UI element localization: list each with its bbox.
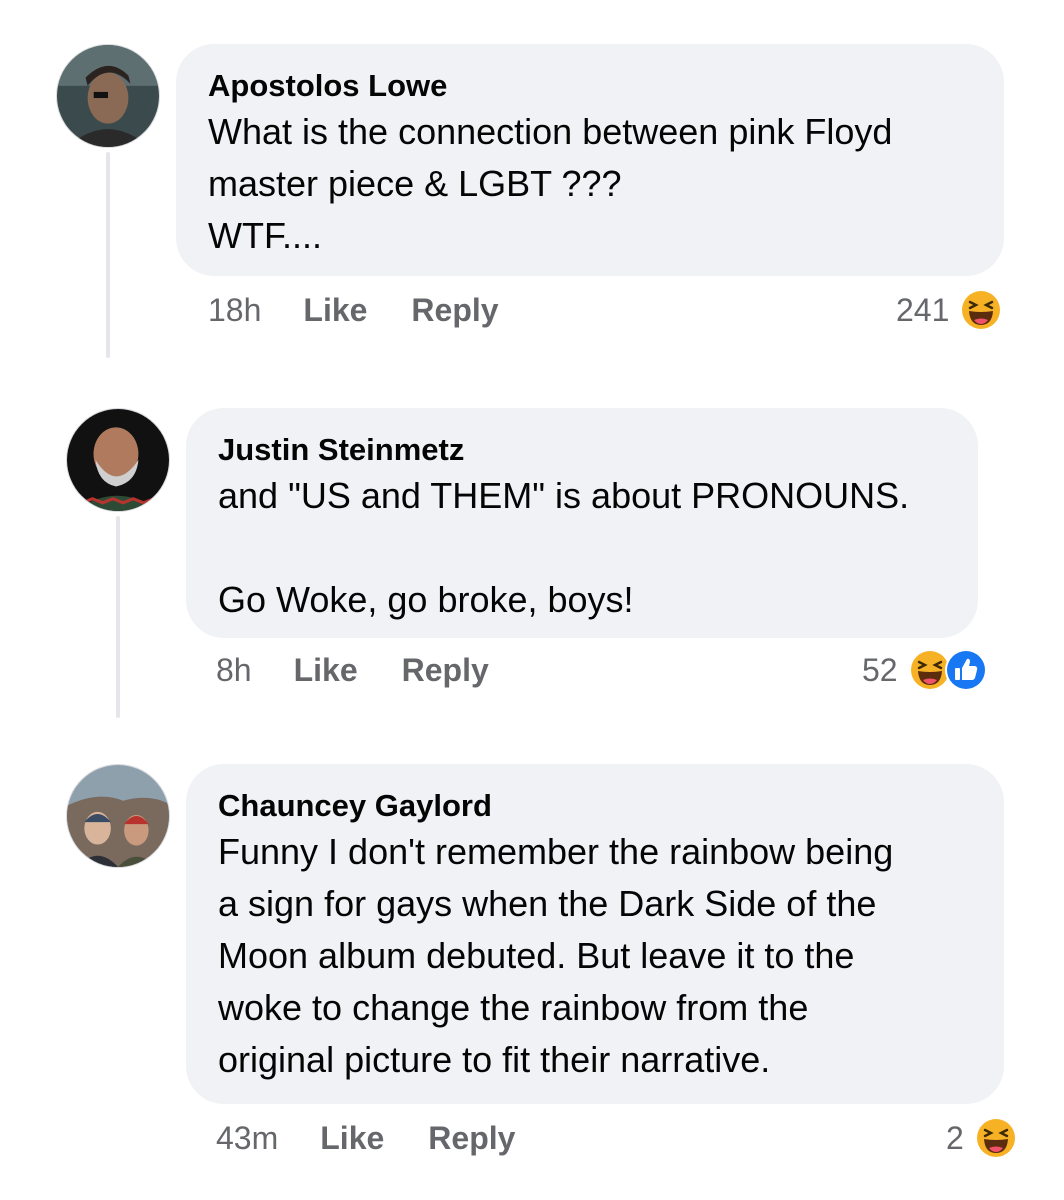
comment-timestamp[interactable]: 43m	[216, 1118, 278, 1158]
comment-actions: 18h Like Reply	[208, 290, 543, 330]
comment-author[interactable]: Apostolos Lowe	[208, 66, 974, 106]
avatar-photo	[67, 765, 169, 867]
thread-line	[116, 516, 120, 718]
comment-actions: 8h Like Reply	[216, 650, 533, 690]
haha-icon	[974, 1117, 1017, 1159]
reaction-summary[interactable]: 241	[896, 288, 1003, 332]
reaction-summary[interactable]: 2	[946, 1116, 1018, 1160]
comment-timestamp[interactable]: 18h	[208, 290, 261, 330]
avatar-photo	[67, 409, 169, 511]
comment-author[interactable]: Chauncey Gaylord	[218, 786, 974, 826]
comment-bubble: Justin Steinmetz and "US and THEM" is ab…	[186, 408, 978, 638]
avatar[interactable]	[66, 764, 170, 868]
comment-bubble: Apostolos Lowe What is the connection be…	[176, 44, 1004, 276]
comment-text: What is the connection between pink Floy…	[208, 111, 893, 256]
comment-actions: 43m Like Reply	[216, 1118, 559, 1158]
reply-button[interactable]: Reply	[428, 1118, 515, 1158]
avatar[interactable]	[66, 408, 170, 512]
reaction-count: 52	[862, 652, 898, 688]
reply-button[interactable]: Reply	[402, 650, 489, 690]
reaction-summary[interactable]: 52	[862, 648, 988, 692]
comment-author[interactable]: Justin Steinmetz	[218, 430, 948, 470]
comment-timestamp[interactable]: 8h	[216, 650, 252, 690]
avatar-photo	[57, 45, 159, 147]
like-button[interactable]: Like	[294, 650, 358, 690]
reaction-count: 2	[946, 1120, 964, 1156]
comment-text: Funny I don't remember the rainbow being…	[218, 831, 894, 1080]
haha-icon	[960, 289, 1003, 331]
thread-line	[106, 152, 110, 358]
like-button[interactable]: Like	[303, 290, 367, 330]
comment-text: and "US and THEM" is about PRONOUNS. Go …	[218, 475, 910, 620]
reply-button[interactable]: Reply	[411, 290, 498, 330]
avatar[interactable]	[56, 44, 160, 148]
comment-bubble: Chauncey Gaylord Funny I don't remember …	[186, 764, 1004, 1104]
reaction-count: 241	[896, 292, 950, 328]
like-button[interactable]: Like	[320, 1118, 384, 1158]
like-icon	[944, 649, 987, 691]
